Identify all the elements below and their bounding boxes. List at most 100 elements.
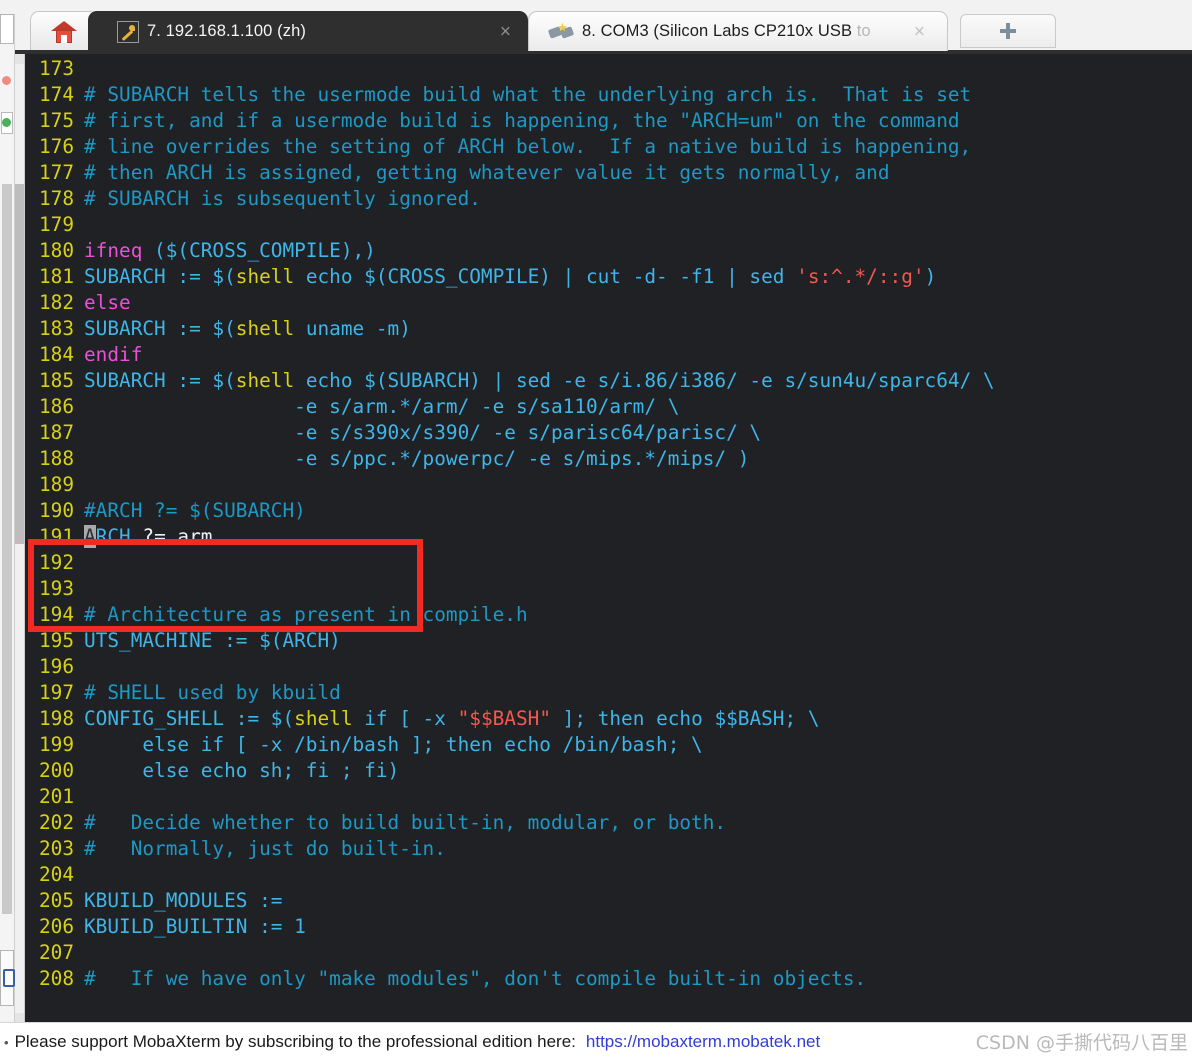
line-number: 200 <box>38 759 74 782</box>
code-token: RCH <box>95 525 131 548</box>
code-token: SUBARCH := $( <box>84 265 236 288</box>
line-number: 186 <box>38 395 74 418</box>
close-icon[interactable]: × <box>500 22 511 41</box>
line-number: 184 <box>38 343 74 366</box>
code-line: 203 # Normally, just do built-in. <box>26 836 995 862</box>
code-token: CONFIG_SHELL := $( <box>84 707 295 730</box>
code-token: # then ARCH is assigned, getting whateve… <box>84 161 890 184</box>
status-caret-icon: • <box>4 1034 9 1050</box>
code-line: 194 # Architecture as present in compile.… <box>26 602 995 628</box>
line-number: 191 <box>38 525 74 548</box>
code-token: # SUBARCH tells the usermode build what … <box>84 83 972 106</box>
code-line: 199 else if [ -x /bin/bash ]; then echo … <box>26 732 995 758</box>
scrollbar-up-arrow[interactable] <box>15 54 24 64</box>
terminal-scrollbar[interactable] <box>15 54 25 1023</box>
code-line: 190 #ARCH ?= $(SUBARCH) <box>26 498 995 524</box>
tab-ssh-session[interactable]: 7. 192.168.1.100 (zh) × <box>88 11 528 51</box>
code-token: # SUBARCH is subsequently ignored. <box>84 187 481 210</box>
code-line: 208 # If we have only "make modules", don… <box>26 966 995 992</box>
rail-status-dot-red <box>2 76 11 85</box>
code-token: shell <box>235 369 295 392</box>
status-bar: • Please support MobaXterm by subscribin… <box>0 1022 1192 1061</box>
code-token: shell <box>235 265 295 288</box>
code-token: endif <box>84 343 143 366</box>
line-number: 197 <box>38 681 74 704</box>
code-line: 197 # SHELL used by kbuild <box>26 680 995 706</box>
rail-bottom-button[interactable] <box>0 950 15 1006</box>
code-token: echo $(CROSS_COMPILE) | cut -d- -f1 | se… <box>294 265 797 288</box>
code-line: 195 UTS_MACHINE := $(ARCH) <box>26 628 995 654</box>
tab-serial-session-label-truncated: to <box>852 22 871 40</box>
line-number: 180 <box>38 239 74 262</box>
close-icon[interactable]: × <box>914 22 925 41</box>
line-number: 192 <box>38 551 74 574</box>
code-line: 181 SUBARCH := $(shell echo $(CROSS_COMPI… <box>26 264 995 290</box>
code-line: 206 KBUILD_BUILTIN := 1 <box>26 914 995 940</box>
code-line: 174 # SUBARCH tells the usermode build wh… <box>26 82 995 108</box>
line-number: 207 <box>38 941 74 964</box>
watermark-text: CSDN @手撕代码八百里 <box>975 1032 1188 1054</box>
code-line: 179 <box>26 212 995 238</box>
line-number: 181 <box>38 265 74 288</box>
code-token: else <box>84 291 131 314</box>
code-line: 207 <box>26 940 995 966</box>
code-line: 189 <box>26 472 995 498</box>
line-number: 196 <box>38 655 74 678</box>
code-line: 184 endif <box>26 342 995 368</box>
code-token: shell <box>294 707 353 730</box>
text-cursor: A <box>84 525 96 548</box>
line-number: 199 <box>38 733 74 756</box>
line-number: 202 <box>38 811 74 834</box>
new-tab-button[interactable] <box>960 14 1056 48</box>
code-line: 201 <box>26 784 995 810</box>
code-line: 198 CONFIG_SHELL := $(shell if [ -x "$$BA… <box>26 706 995 732</box>
scrollbar-thumb[interactable] <box>15 184 24 544</box>
code-token: echo $(SUBARCH) | sed -e s/i.86/i386/ -e… <box>294 369 995 392</box>
line-number: 195 <box>38 629 74 652</box>
line-number: 189 <box>38 473 74 496</box>
rail-top-button[interactable] <box>0 14 14 44</box>
code-token: SUBARCH := $( <box>84 369 236 392</box>
code-token: "$$BASH" <box>457 707 551 730</box>
line-number: 183 <box>38 317 74 340</box>
code-token: ) <box>924 265 937 288</box>
code-token: KBUILD_MODULES := <box>84 889 283 912</box>
code-line: 173 <box>26 56 995 82</box>
code-line: 196 <box>26 654 995 680</box>
line-number: 174 <box>38 83 74 106</box>
code-line: 182 else <box>26 290 995 316</box>
code-text-area[interactable]: 173 174 # SUBARCH tells the usermode build… <box>26 56 995 992</box>
code-token: #ARCH ?= $(SUBARCH) <box>84 499 306 522</box>
line-number: 175 <box>38 109 74 132</box>
line-number: 176 <box>38 135 74 158</box>
code-token: ?= arm <box>130 525 213 548</box>
bookmark-icon <box>3 969 15 987</box>
code-line: 200 else echo sh; fi ; fi) <box>26 758 995 784</box>
plus-icon <box>1000 23 1016 39</box>
tab-bar: 7. 192.168.1.100 (zh) × 8. COM3 (Silicon… <box>0 10 1192 54</box>
rail-scroll-track[interactable] <box>2 184 12 914</box>
code-token: ifneq <box>84 239 155 262</box>
line-number: 198 <box>38 707 74 730</box>
line-number: 208 <box>38 967 74 990</box>
code-token: shell <box>235 317 295 340</box>
code-line: 186 -e s/arm.*/arm/ -e s/sa110/arm/ \ <box>26 394 995 420</box>
tab-serial-session[interactable]: 8. COM3 (Silicon Labs CP210x USB to × <box>528 11 948 51</box>
code-line: 183 SUBARCH := $(shell uname -m) <box>26 316 995 342</box>
code-line: 177 # then ARCH is assigned, getting what… <box>26 160 995 186</box>
terminal-viewport[interactable]: 173 174 # SUBARCH tells the usermode build… <box>15 54 1192 1023</box>
status-message: Please support MobaXterm by subscribing … <box>14 1032 576 1051</box>
code-line: 176 # line overrides the setting of ARCH … <box>26 134 995 160</box>
code-token: # Decide whether to build built-in, modu… <box>84 811 727 834</box>
code-line: 192 <box>26 550 995 576</box>
code-token: # line overrides the setting of ARCH bel… <box>84 135 972 158</box>
code-line: 202 # Decide whether to build built-in, m… <box>26 810 995 836</box>
line-number: 182 <box>38 291 74 314</box>
code-token: UTS_MACHINE := $(ARCH) <box>84 629 341 652</box>
code-token: SUBARCH := $( <box>84 317 236 340</box>
code-token: uname -m) <box>294 317 411 340</box>
mobaxterm-link[interactable]: https://mobaxterm.mobatek.net <box>586 1032 820 1052</box>
home-icon <box>51 20 77 44</box>
line-number: 193 <box>38 577 74 600</box>
code-token: KBUILD_BUILTIN := 1 <box>84 915 306 938</box>
